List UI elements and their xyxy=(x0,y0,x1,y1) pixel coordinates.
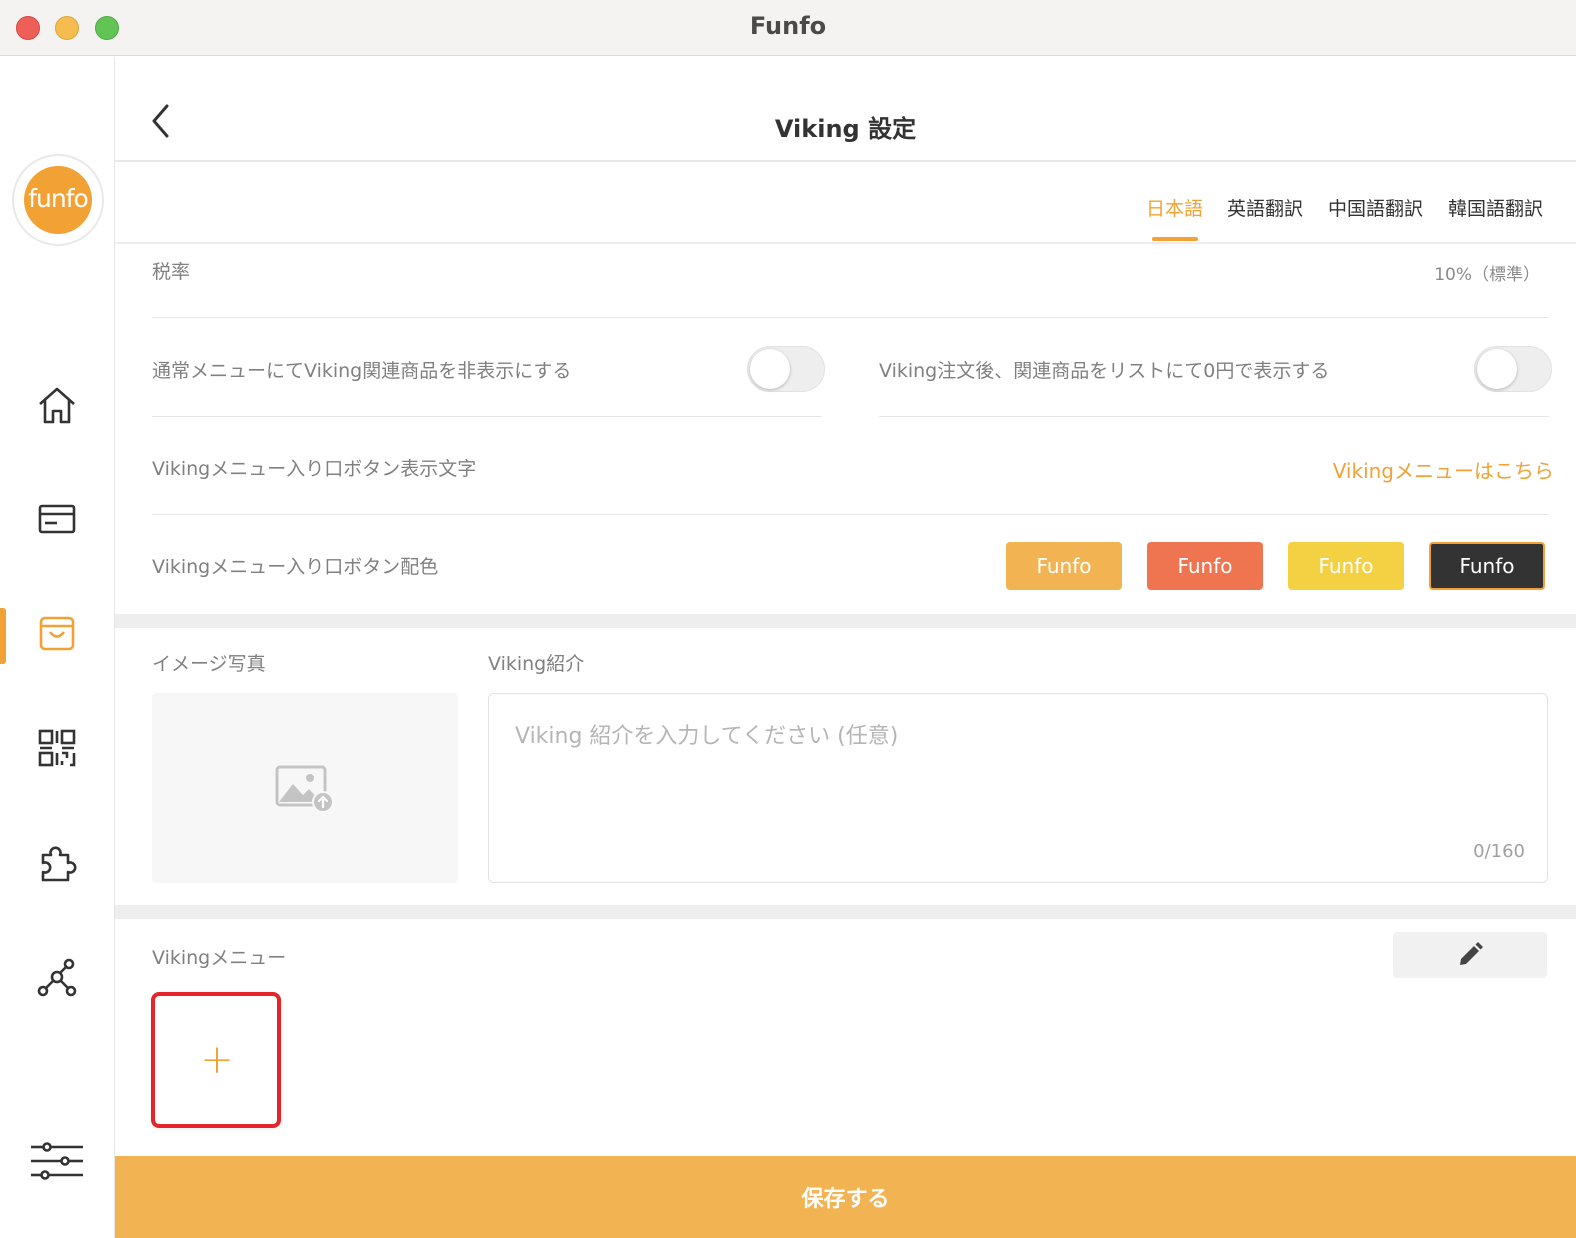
color-swatch-red[interactable]: Funfo xyxy=(1147,542,1263,590)
hide-related-label: 通常メニューにてViking関連商品を非表示にする xyxy=(152,360,572,382)
sidebar-item-settings[interactable] xyxy=(0,1121,114,1201)
window-titlebar: Funfo xyxy=(0,0,1576,56)
shopping-bag-icon xyxy=(39,616,75,651)
viking-intro-label: Viking紹介 xyxy=(488,653,585,675)
sidebar: funfo xyxy=(0,57,115,1238)
tab-japanese[interactable]: 日本語 xyxy=(1146,194,1203,221)
entry-text-label: Vikingメニュー入り口ボタン表示文字 xyxy=(152,458,477,480)
qr-code-icon xyxy=(38,729,76,767)
character-counter: 0/160 xyxy=(1473,841,1525,862)
main-content: Viking 設定 日本語 英語翻訳 中国語翻訳 韓国語翻訳 税率 10%（標準… xyxy=(115,57,1576,1238)
network-icon xyxy=(37,958,77,997)
puzzle-icon xyxy=(41,846,77,882)
page-title: Viking 設定 xyxy=(774,115,917,143)
tax-value[interactable]: 10%（標準） xyxy=(1434,260,1540,285)
sidebar-item-qr[interactable] xyxy=(0,708,114,788)
sidebar-item-plugins[interactable] xyxy=(0,823,114,903)
logo-text: funfo xyxy=(24,166,92,234)
zero-price-toggle[interactable] xyxy=(1474,346,1552,392)
divider xyxy=(152,416,822,417)
home-icon xyxy=(39,387,75,424)
card-icon xyxy=(38,504,76,534)
divider xyxy=(152,514,1549,515)
save-button[interactable]: 保存する xyxy=(115,1156,1576,1238)
tab-english[interactable]: 英語翻訳 xyxy=(1227,194,1303,221)
viking-intro-textarea[interactable] xyxy=(489,694,1547,882)
active-tab-indicator xyxy=(1152,237,1198,241)
tab-chinese[interactable]: 中国語翻訳 xyxy=(1328,194,1423,221)
sliders-icon xyxy=(31,1142,83,1180)
section-divider xyxy=(115,614,1576,628)
entry-color-label: Vikingメニュー入り口ボタン配色 xyxy=(152,556,439,578)
sidebar-item-home[interactable] xyxy=(0,365,114,445)
image-upload-icon xyxy=(275,765,334,812)
sidebar-item-menu[interactable] xyxy=(0,593,114,673)
image-photo-label: イメージ写真 xyxy=(152,653,266,675)
viking-intro-field[interactable]: 0/160 xyxy=(488,693,1548,883)
viking-menu-label: Vikingメニュー xyxy=(152,947,287,969)
image-upload-area[interactable] xyxy=(152,693,458,883)
tax-label: 税率 xyxy=(152,261,191,283)
divider xyxy=(879,416,1549,417)
color-swatch-black[interactable]: Funfo xyxy=(1429,542,1545,590)
add-menu-item-button[interactable]: + xyxy=(155,996,279,1124)
section-divider xyxy=(115,905,1576,919)
color-swatch-orange[interactable]: Funfo xyxy=(1006,542,1122,590)
edit-menu-button[interactable] xyxy=(1393,932,1547,978)
divider xyxy=(152,317,1549,318)
toggle-knob xyxy=(1477,349,1517,389)
app-logo: funfo xyxy=(12,154,104,246)
entry-text-value[interactable]: Vikingメニューはこちら xyxy=(1333,455,1554,484)
page-header: Viking 設定 xyxy=(115,57,1576,162)
window-title: Funfo xyxy=(749,12,827,40)
sidebar-item-orders[interactable] xyxy=(0,479,114,559)
toggle-knob xyxy=(750,349,790,389)
color-swatch-yellow[interactable]: Funfo xyxy=(1288,542,1404,590)
hide-related-toggle[interactable] xyxy=(747,346,825,392)
pencil-icon xyxy=(1460,942,1483,965)
language-tabs: 日本語 英語翻訳 中国語翻訳 韓国語翻訳 xyxy=(115,164,1576,244)
zero-price-label: Viking注文後、関連商品をリストにて0円で表示する xyxy=(879,360,1330,382)
tab-korean[interactable]: 韓国語翻訳 xyxy=(1448,194,1543,221)
sidebar-item-connections[interactable] xyxy=(0,937,114,1017)
